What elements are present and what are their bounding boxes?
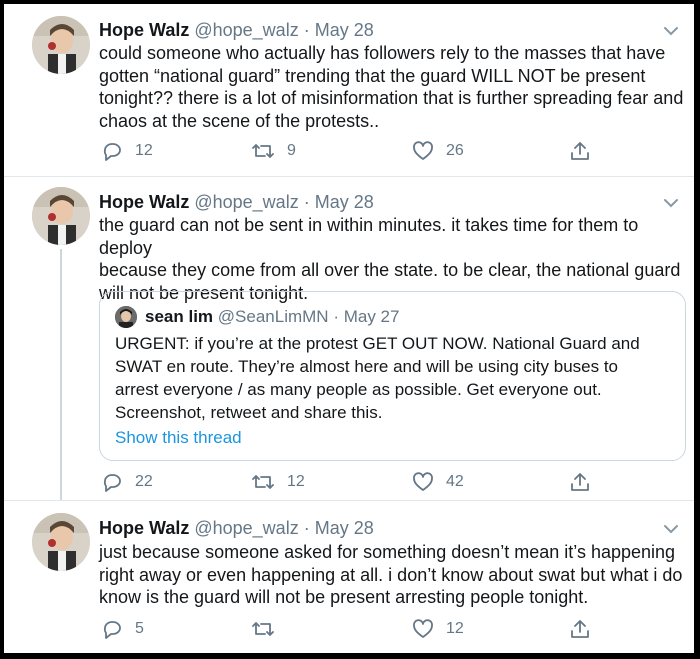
retweet-icon <box>252 622 274 636</box>
dot-separator: · <box>303 518 310 538</box>
like-icon <box>413 472 433 491</box>
share-icon <box>571 620 589 638</box>
like-icon <box>413 619 433 638</box>
dot-separator: · <box>303 192 310 212</box>
show-thread-link[interactable]: Show this thread <box>115 427 242 449</box>
share-button[interactable] <box>569 471 591 493</box>
tweet-text: could someone who actually has followers… <box>99 43 684 131</box>
user-handle[interactable]: @hope_walz <box>194 192 298 212</box>
reply-count: 12 <box>135 142 153 159</box>
tweet-date[interactable]: May 28 <box>315 518 374 538</box>
chevron-down-icon[interactable] <box>662 520 680 538</box>
avatar[interactable] <box>32 16 90 74</box>
tweet-actions: 22 12 42 <box>99 471 599 497</box>
like-count: 12 <box>446 620 464 637</box>
tweet[interactable]: Hope Walz @hope_walz · May 28 the guard … <box>4 177 694 500</box>
like-icon <box>413 141 433 160</box>
display-name[interactable]: Hope Walz <box>99 518 189 538</box>
reply-icon <box>103 143 121 161</box>
quoted-tweet[interactable]: sean lim @SeanLimMN · May 27 URGENT: if … <box>99 291 686 461</box>
tweet-actions: 12 9 26 <box>99 140 599 166</box>
quote-text: URGENT: if you’re at the protest GET OUT… <box>115 334 640 422</box>
retweet-icon <box>252 144 274 158</box>
share-icon <box>571 142 589 160</box>
dot-separator: · <box>303 20 310 40</box>
like-count: 42 <box>446 473 464 490</box>
reply-icon <box>103 474 121 492</box>
like-count: 26 <box>446 142 464 159</box>
share-icon <box>571 473 589 491</box>
display-name[interactable]: Hope Walz <box>99 20 189 40</box>
avatar[interactable] <box>32 513 90 571</box>
display-name: sean lim <box>145 307 214 326</box>
quote-header: sean lim @SeanLimMN · May 27 <box>145 306 399 328</box>
retweet-count: 9 <box>287 142 296 159</box>
reply-count: 22 <box>135 473 153 490</box>
like-button[interactable]: 12 <box>412 618 464 640</box>
tweet-thread: Hope Walz @hope_walz · May 28 could some… <box>4 4 694 653</box>
share-button[interactable] <box>569 140 591 162</box>
tweet-actions: 5 12 <box>99 618 599 644</box>
like-button[interactable]: 42 <box>412 471 464 493</box>
user-handle[interactable]: @hope_walz <box>194 518 298 538</box>
avatar[interactable] <box>32 187 90 245</box>
thread-line <box>60 249 62 500</box>
user-handle[interactable]: @hope_walz <box>194 20 298 40</box>
reply-button[interactable]: 5 <box>101 618 144 640</box>
avatar <box>115 306 137 328</box>
retweet-button[interactable] <box>251 618 287 640</box>
tweet-text: just because someone asked for something… <box>99 542 683 607</box>
like-button[interactable]: 26 <box>412 140 464 162</box>
user-handle: @SeanLimMN <box>217 307 329 326</box>
tweet-header: Hope Walz @hope_walz · May 28 <box>99 19 374 41</box>
retweet-count: 12 <box>287 473 305 490</box>
reply-count: 5 <box>135 620 144 637</box>
tweet[interactable]: Hope Walz @hope_walz · May 28 just becau… <box>4 501 694 653</box>
retweet-button[interactable]: 9 <box>251 140 296 162</box>
dot-separator: · <box>333 307 339 326</box>
reply-button[interactable]: 22 <box>101 471 153 493</box>
tweet-header: Hope Walz @hope_walz · May 28 <box>99 517 374 539</box>
reply-button[interactable]: 12 <box>101 140 153 162</box>
share-button[interactable] <box>569 618 591 640</box>
tweet[interactable]: Hope Walz @hope_walz · May 28 could some… <box>4 4 694 176</box>
retweet-button[interactable]: 12 <box>251 471 305 493</box>
reply-icon <box>103 621 121 639</box>
tweet-date: May 27 <box>343 307 400 326</box>
tweet-date[interactable]: May 28 <box>315 192 374 212</box>
chevron-down-icon[interactable] <box>662 22 680 40</box>
retweet-icon <box>252 475 274 489</box>
display-name[interactable]: Hope Walz <box>99 192 189 212</box>
chevron-down-icon[interactable] <box>662 194 680 212</box>
tweet-date[interactable]: May 28 <box>315 20 374 40</box>
tweet-header: Hope Walz @hope_walz · May 28 <box>99 191 374 213</box>
